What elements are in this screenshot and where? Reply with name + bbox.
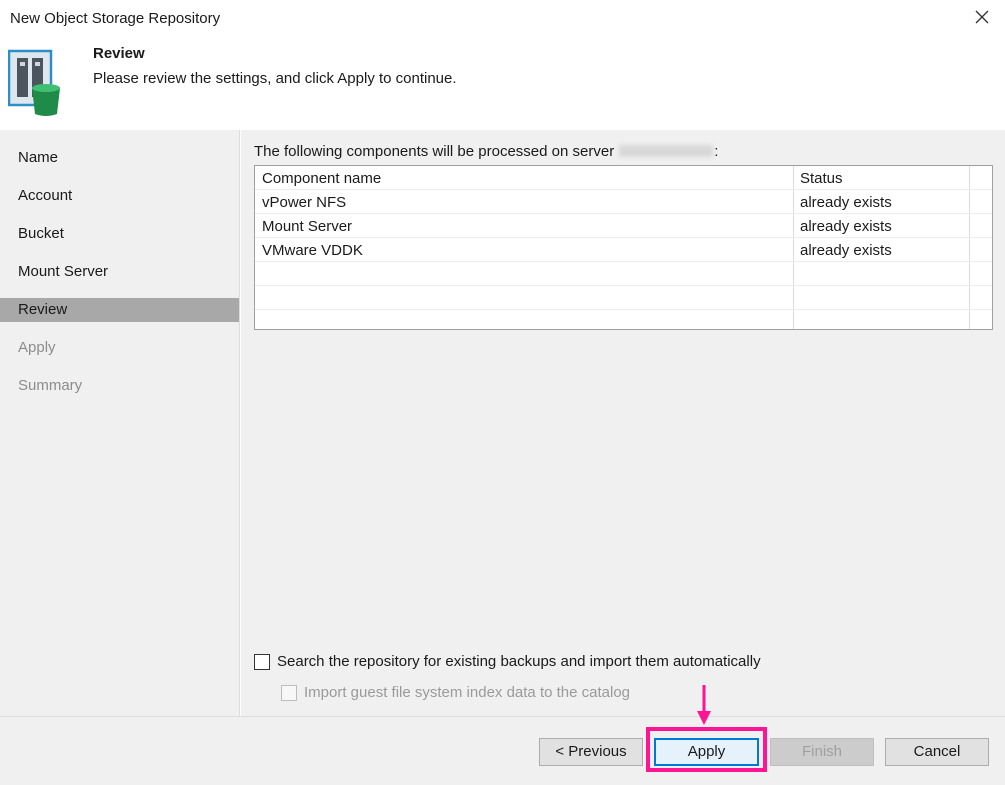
- status-cell: already exists: [794, 190, 970, 213]
- sidebar-item-account[interactable]: Account: [0, 184, 239, 208]
- table-row[interactable]: Mount Server already exists: [255, 214, 992, 238]
- import-index-checkbox-row: Import guest file system index data to t…: [281, 684, 630, 701]
- main-content: The following components will be process…: [241, 130, 1005, 716]
- component-name-cell: VMware VDDK: [255, 238, 794, 261]
- empty-cell: [255, 310, 794, 329]
- status-cell: already exists: [794, 214, 970, 237]
- filler-cell: [970, 238, 992, 261]
- empty-cell: [970, 286, 992, 309]
- search-repository-checkbox-row[interactable]: Search the repository for existing backu…: [254, 653, 761, 670]
- components-table[interactable]: Component name Status vPower NFS already…: [254, 165, 993, 330]
- status-cell: already exists: [794, 238, 970, 261]
- sidebar-item-review[interactable]: Review: [0, 298, 239, 322]
- window-title: New Object Storage Repository: [10, 10, 221, 27]
- wizard-header: Review Please review the settings, and c…: [0, 36, 1005, 130]
- sidebar-item-apply: Apply: [18, 339, 56, 356]
- close-icon[interactable]: [971, 6, 993, 28]
- step-title: Review: [93, 45, 145, 62]
- empty-cell: [794, 286, 970, 309]
- column-header-filler: [970, 166, 992, 189]
- wizard-footer: < Previous Apply Finish Cancel: [0, 716, 1005, 785]
- filler-cell: [970, 214, 992, 237]
- intro-text: The following components will be process…: [254, 143, 719, 160]
- import-index-label: Import guest file system index data to t…: [304, 684, 631, 701]
- empty-cell: [970, 262, 992, 285]
- table-row[interactable]: VMware VDDK already exists: [255, 238, 992, 262]
- empty-table-row: [255, 286, 992, 310]
- wizard-steps-sidebar: Name Account Bucket Mount Server Review …: [0, 130, 240, 716]
- table-row[interactable]: vPower NFS already exists: [255, 190, 992, 214]
- cancel-button[interactable]: Cancel: [885, 738, 989, 766]
- server-name-redacted: [619, 145, 714, 157]
- empty-cell: [255, 262, 794, 285]
- filler-cell: [970, 190, 992, 213]
- title-bar: New Object Storage Repository: [0, 0, 1005, 36]
- sidebar-item-bucket[interactable]: Bucket: [0, 222, 239, 246]
- empty-table-row: [255, 262, 992, 286]
- sidebar-item-mount-server[interactable]: Mount Server: [0, 260, 239, 284]
- table-header-row: Component name Status: [255, 166, 992, 190]
- sidebar-item-summary: Summary: [18, 377, 83, 394]
- finish-button: Finish: [770, 738, 874, 766]
- column-header-component-name[interactable]: Component name: [255, 166, 794, 189]
- component-name-cell: vPower NFS: [255, 190, 794, 213]
- empty-cell: [970, 310, 992, 329]
- column-header-status[interactable]: Status: [794, 166, 970, 189]
- object-storage-repository-icon: [8, 49, 60, 116]
- empty-cell: [794, 310, 970, 329]
- sidebar-item-name[interactable]: Name: [0, 146, 239, 170]
- previous-button[interactable]: < Previous: [539, 738, 643, 766]
- import-index-checkbox: [281, 684, 297, 701]
- empty-cell: [794, 262, 970, 285]
- apply-button[interactable]: Apply: [654, 738, 759, 766]
- step-description: Please review the settings, and click Ap…: [93, 70, 457, 87]
- search-repository-label[interactable]: Search the repository for existing backu…: [277, 653, 761, 670]
- component-name-cell: Mount Server: [255, 214, 794, 237]
- empty-table-row: [255, 310, 992, 329]
- search-repository-checkbox[interactable]: [254, 653, 270, 670]
- empty-cell: [255, 286, 794, 309]
